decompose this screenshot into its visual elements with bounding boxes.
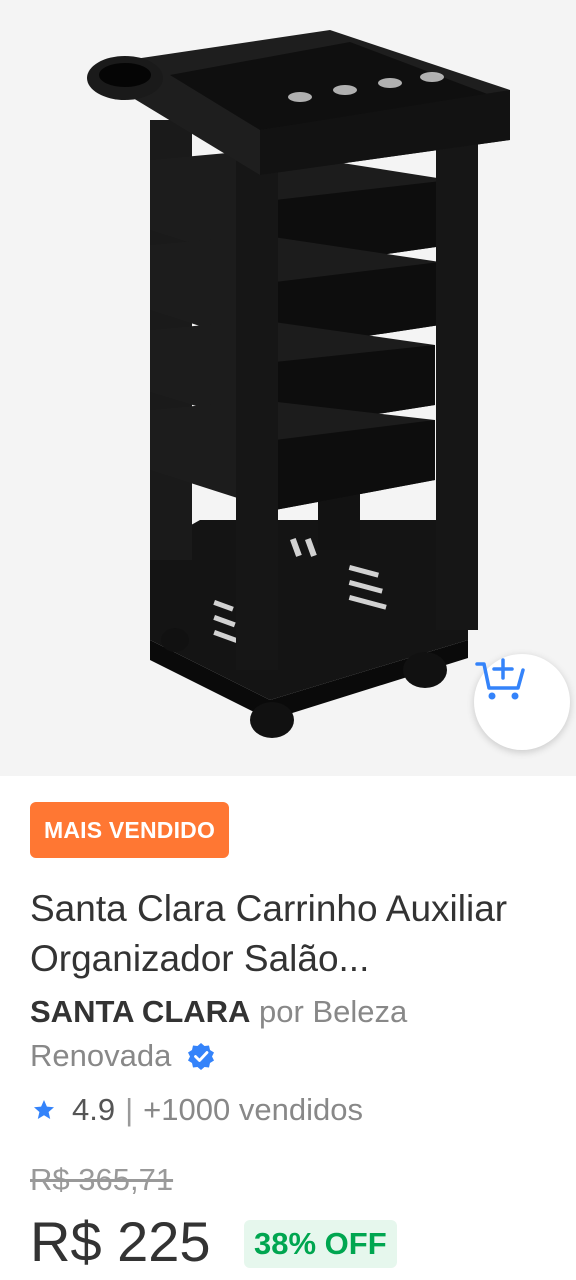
- rating-value: 4.9: [72, 1092, 116, 1127]
- product-image[interactable]: [0, 0, 576, 776]
- current-price: R$ 225: [30, 1210, 211, 1273]
- sold-count: +1000 vendidos: [143, 1092, 363, 1127]
- add-to-cart-button[interactable]: [474, 654, 570, 750]
- rating-row: 4.9 | +1000 vendidos: [32, 1088, 363, 1132]
- brand-name: SANTA CLARA: [30, 994, 251, 1029]
- discount-badge: 38% OFF: [244, 1220, 397, 1268]
- rating-separator: |: [125, 1092, 134, 1127]
- best-seller-badge: MAIS VENDIDO: [30, 802, 230, 858]
- product-title[interactable]: Santa Clara Carrinho Auxiliar Organizado…: [30, 884, 556, 984]
- verified-check-icon: [186, 1039, 216, 1083]
- original-price: R$ 365,71: [30, 1162, 174, 1197]
- seller-info[interactable]: SANTA CLARA por Beleza Renovada: [30, 990, 550, 1083]
- star-icon: [32, 1098, 56, 1122]
